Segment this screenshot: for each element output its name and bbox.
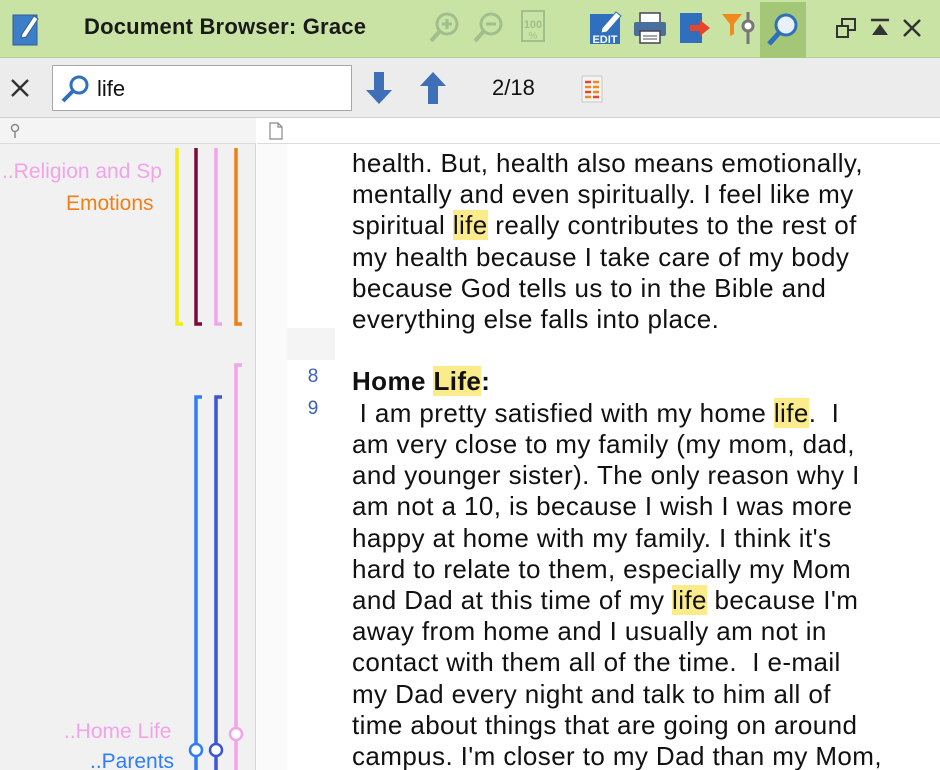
hundred-sub-label: %	[529, 31, 538, 42]
heading-text: Home	[352, 366, 434, 396]
doc-text-segment: . I	[808, 398, 840, 428]
line-number-9[interactable]: 9	[300, 398, 326, 420]
results-list-icon[interactable]	[580, 74, 606, 104]
window-title: Document Browser: Grace	[84, 14, 367, 39]
section-heading: Home Life:	[352, 366, 490, 397]
doc-text-segment: I am pretty satisfied with my home	[352, 398, 774, 428]
doc-line: I am pretty satisfied with my home life.…	[352, 398, 839, 429]
code-bracket-emotions[interactable]	[234, 148, 242, 326]
export-icon[interactable]	[674, 8, 714, 48]
home-life-marker[interactable]	[228, 726, 244, 742]
heading-text: :	[481, 366, 491, 396]
doc-text-segment: spiritual	[352, 210, 453, 240]
code-bracket-religion[interactable]	[214, 148, 222, 326]
code-label-parents[interactable]: ..Parents	[90, 750, 174, 770]
doc-line: my Dad every night and talk to him all o…	[352, 679, 831, 709]
next-result-arrow-icon[interactable]	[364, 70, 394, 106]
doc-text-segment: really contributes to the rest of	[487, 210, 857, 240]
print-icon[interactable]	[630, 8, 670, 48]
code-bracket-yellow[interactable]	[175, 148, 183, 326]
previous-result-arrow-icon[interactable]	[418, 70, 448, 106]
doc-line: campus. I'm closer to my Dad than my Mom…	[352, 741, 882, 770]
close-search-icon[interactable]	[8, 76, 32, 100]
code-margin: ..Religion and Sp Emotions ..Home Life .…	[0, 144, 256, 770]
code-label-home-life[interactable]: ..Home Life	[64, 720, 171, 744]
code-label-emotions[interactable]: Emotions	[66, 192, 154, 216]
search-hit-current[interactable]: Life	[433, 366, 482, 396]
magnifier-icon	[59, 74, 91, 104]
doc-line: happy at home with my family. I think it…	[352, 523, 832, 553]
doc-line: mentally and even spiritually. I feel li…	[352, 179, 854, 209]
title-bar: Document Browser: Grace 100 % EDIT	[0, 0, 940, 58]
close-window-icon[interactable]	[894, 10, 930, 46]
code-marker-icon	[8, 123, 22, 139]
doc-line: because God tells us to in the Bible and	[352, 273, 827, 303]
doc-text-segment: because I'm	[706, 585, 859, 615]
zoom-out-icon[interactable]	[468, 8, 508, 48]
doc-line: health. But, health also means emotional…	[352, 148, 864, 178]
doc-line: spiritual life really contributes to the…	[352, 210, 857, 241]
code-brackets[interactable]	[0, 144, 256, 770]
doc-line: my health because I take care of my body	[352, 242, 850, 272]
search-hit[interactable]: life	[672, 585, 707, 615]
search-icon[interactable]	[760, 2, 806, 58]
line-number-8[interactable]: 8	[300, 366, 326, 388]
line-number-gutter	[257, 144, 287, 770]
doc-line: contact with them all of the time. I e-m…	[352, 647, 841, 677]
filter-icon[interactable]	[718, 8, 758, 48]
doc-line: am very close to my family (my mom, dad,	[352, 429, 855, 459]
doc-line: and Dad at this time of my life because …	[352, 585, 858, 616]
zoom-in-icon[interactable]	[424, 8, 464, 48]
code-bracket-parents[interactable]	[194, 395, 202, 770]
maximize-icon[interactable]	[862, 10, 898, 46]
doc-text-segment: and Dad at this time of my	[352, 585, 673, 615]
document-header	[257, 118, 940, 144]
100-percent-icon[interactable]: 100 %	[512, 8, 552, 48]
doc-line: time about things that are going on arou…	[352, 710, 858, 740]
paragraph-icon	[269, 122, 283, 140]
hundred-label: 100	[524, 19, 542, 31]
doc-line: everything else falls into place.	[352, 304, 720, 334]
doc-line: am not a 10, is because I wish I was mor…	[352, 491, 853, 521]
edit-badge: EDIT	[592, 34, 617, 46]
search-bar: 2/18	[0, 58, 940, 118]
search-field[interactable]	[52, 65, 352, 111]
search-hit[interactable]: life	[452, 210, 488, 240]
code-margin-header	[0, 118, 256, 144]
document-browser-icon	[12, 12, 40, 46]
code-bracket-home-life[interactable]	[234, 363, 242, 770]
code-bracket-maroon[interactable]	[194, 148, 202, 326]
doc-line: and younger sister). The only reason why…	[352, 460, 860, 490]
doc-line: hard to relate to them, especially my Mo…	[352, 554, 852, 584]
doc-line: away from home and I usually am not in	[352, 616, 827, 646]
parents-marker[interactable]	[188, 742, 204, 758]
edit-icon[interactable]: EDIT	[586, 8, 626, 48]
result-counter: 2/18	[492, 75, 535, 100]
code-label-religion[interactable]: ..Religion and Sp	[2, 160, 164, 184]
code-bracket-blue[interactable]	[214, 395, 222, 770]
line-number-cell	[287, 328, 335, 360]
blue-code-marker[interactable]	[208, 742, 224, 758]
undock-icon[interactable]	[828, 10, 864, 46]
search-input[interactable]	[97, 76, 337, 102]
search-hit[interactable]: life	[773, 398, 809, 428]
